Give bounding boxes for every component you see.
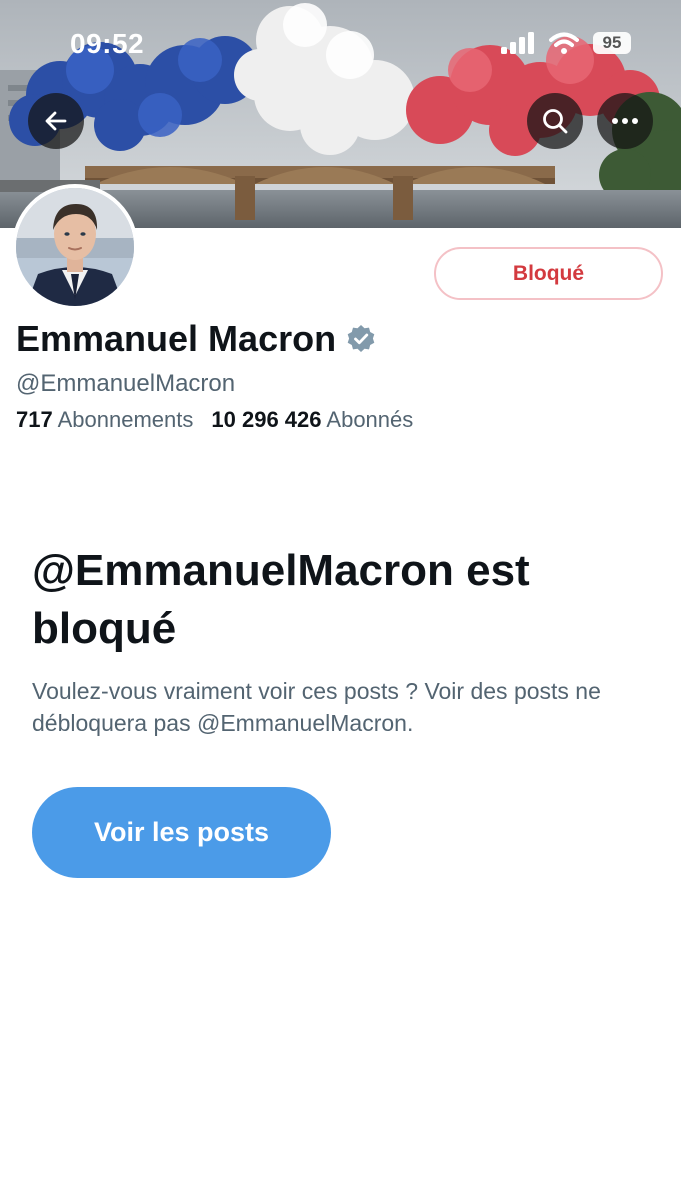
follow-stats: 717 Abonnements 10 296 426 Abonnés: [16, 407, 413, 433]
avatar[interactable]: [12, 184, 138, 310]
profile-handle: @EmmanuelMacron: [16, 370, 236, 397]
following-count: 717: [16, 407, 53, 432]
profile-name-row: Emmanuel Macron: [16, 318, 376, 360]
more-options-icon: [612, 118, 638, 124]
blocked-notice-description: Voulez-vous vraiment voir ces posts ? Vo…: [32, 678, 601, 736]
search-icon: [543, 109, 568, 134]
status-icons: 95: [501, 32, 631, 54]
followers-count: 10 296 426: [211, 407, 322, 432]
battery-indicator: 95: [593, 32, 631, 54]
view-posts-button[interactable]: Voir les posts: [32, 787, 331, 878]
profile-name: Emmanuel Macron: [16, 318, 337, 359]
back-button[interactable]: [28, 93, 84, 149]
status-time: 09:52: [70, 28, 145, 59]
verified-badge-icon[interactable]: [346, 324, 376, 354]
following-label: Abonnements: [57, 407, 194, 432]
followers-label: Abonnés: [326, 407, 414, 432]
following-link[interactable]: 717 Abonnements: [16, 407, 193, 433]
back-arrow-icon: [45, 111, 67, 131]
search-button[interactable]: [527, 93, 583, 149]
more-options-button[interactable]: [597, 93, 653, 149]
followers-link[interactable]: 10 296 426 Abonnés: [211, 407, 413, 433]
signal-icon: [501, 32, 534, 54]
wifi-icon: [549, 32, 579, 54]
avatar-image: [16, 188, 134, 306]
blocked-button[interactable]: Bloqué: [434, 247, 663, 300]
blocked-notice-title: @EmmanuelMacron est bloqué: [32, 546, 530, 653]
